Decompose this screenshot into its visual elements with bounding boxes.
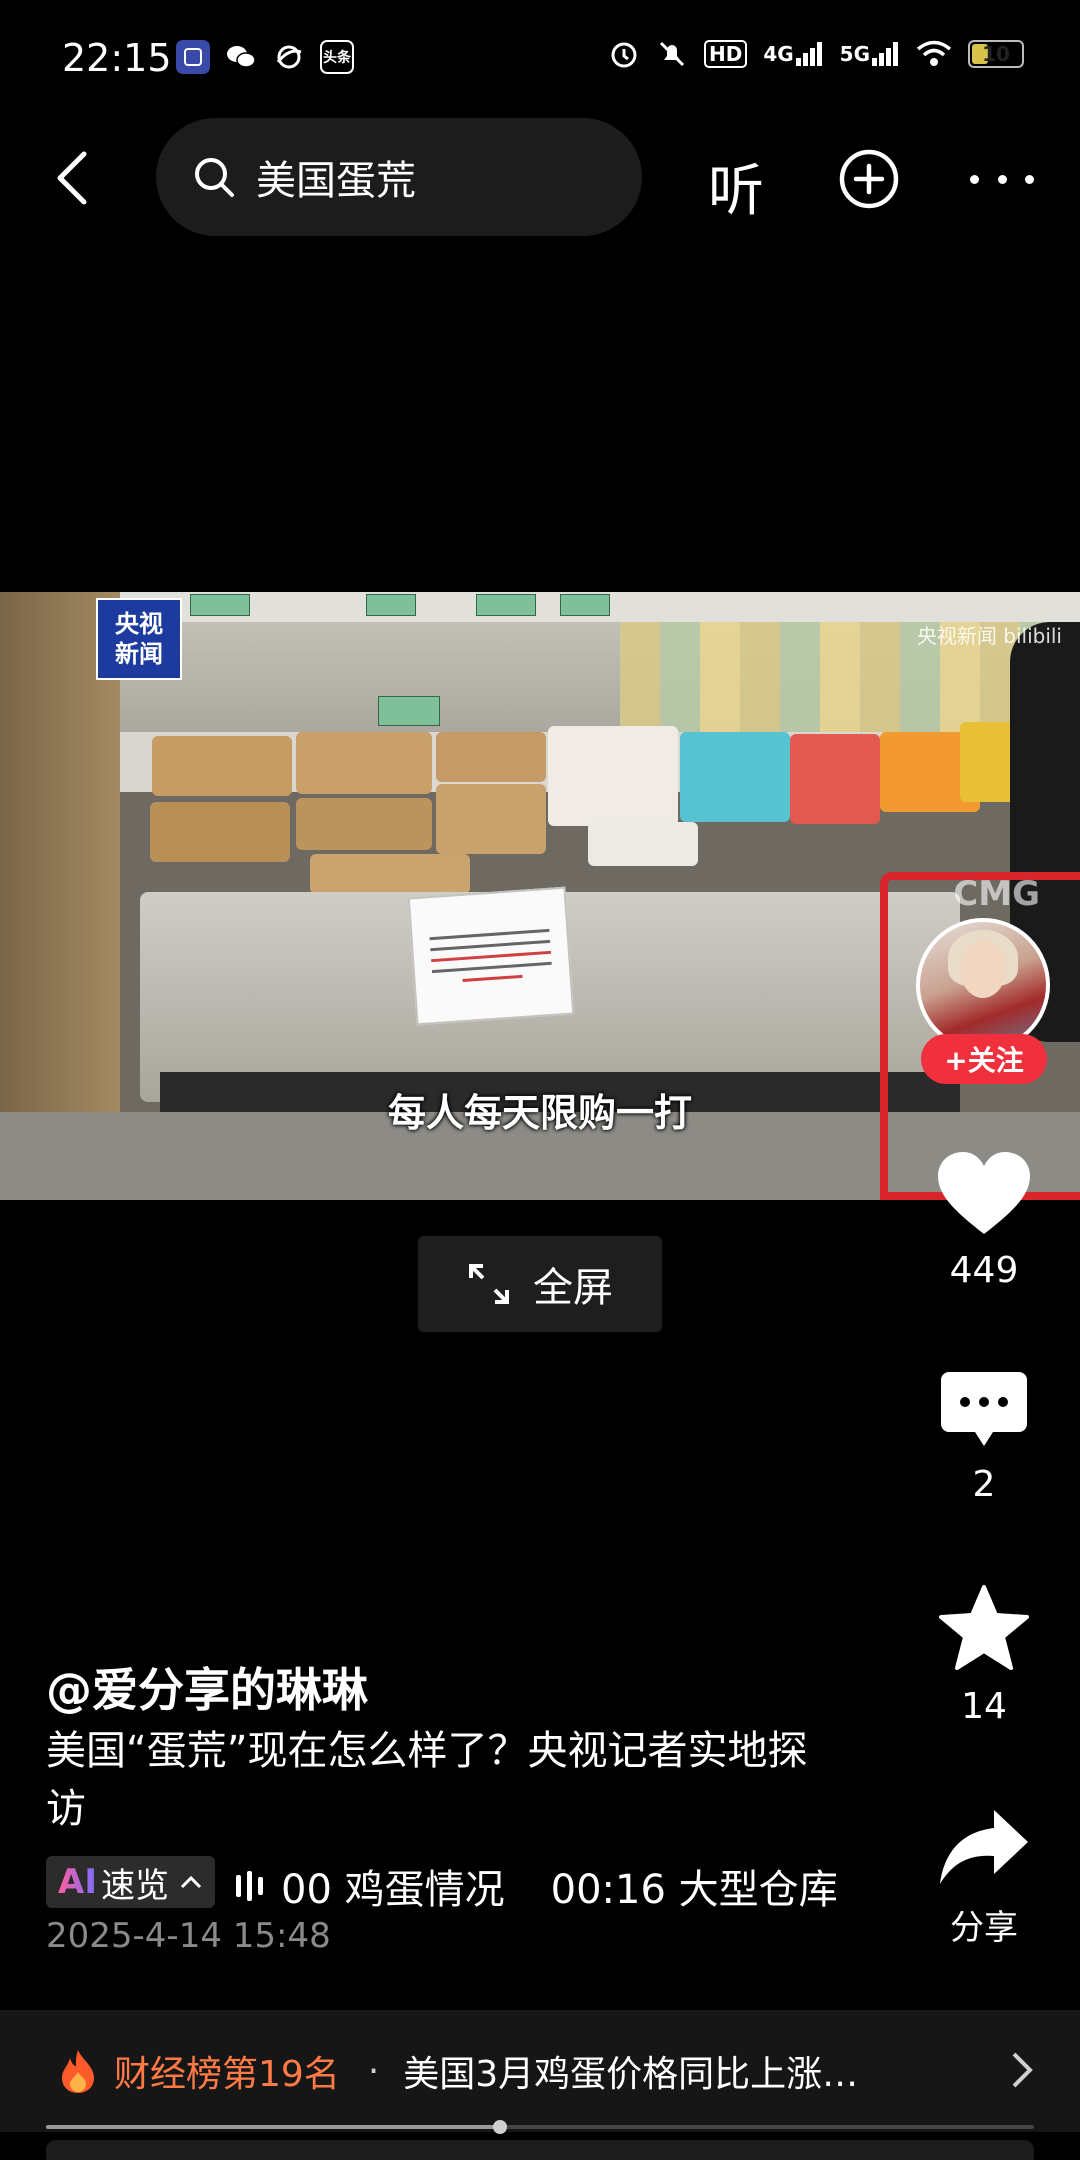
- back-button[interactable]: [40, 140, 104, 216]
- fullscreen-label: 全屏: [533, 1265, 613, 1311]
- more-icon-dot: [1025, 174, 1034, 184]
- plus-circle-icon: [839, 149, 899, 209]
- separator: ·: [367, 2050, 380, 2092]
- comment-button[interactable]: 2: [920, 1370, 1048, 1505]
- signal-5g-icon: 5G: [840, 42, 900, 66]
- top-nav: 美国蛋荒 听: [0, 118, 1080, 238]
- system-icons: HD 4G 5G 10: [608, 38, 1024, 70]
- comment-count: 2: [972, 1464, 996, 1505]
- ai-badge: AI: [58, 1862, 97, 1902]
- battery-icon: 10: [968, 40, 1024, 68]
- notification-icons: 头条: [176, 40, 354, 74]
- fullscreen-button[interactable]: 全屏: [418, 1236, 662, 1332]
- chevron-up-icon: [179, 1867, 203, 1897]
- progress-fill: [46, 2125, 501, 2129]
- author-name[interactable]: @爱分享的琳琳: [46, 1654, 368, 1720]
- like-button[interactable]: 449: [920, 1150, 1048, 1291]
- trending-bar[interactable]: 财经榜第19名 · 美国3月鸡蛋价格同比上涨…: [0, 2010, 1080, 2132]
- chapter-timeline[interactable]: 00 鸡蛋情况 00:16 大型仓库: [236, 1858, 836, 1914]
- clock: 22:15: [62, 36, 172, 80]
- mute-bell-icon: [659, 41, 685, 67]
- video-progress-bar[interactable]: [46, 2120, 1034, 2134]
- follow-button[interactable]: +关注: [921, 1034, 1047, 1084]
- video-subtitle: 每人每天限购一打: [387, 1091, 692, 1135]
- trending-headline: 美国3月鸡蛋价格同比上涨…: [403, 2054, 859, 2095]
- heart-icon: [938, 1152, 1030, 1234]
- favorite-button[interactable]: 14: [920, 1584, 1048, 1727]
- share-label: 分享: [950, 1908, 1018, 1948]
- star-icon: [939, 1585, 1029, 1670]
- browser-icon: [272, 40, 306, 74]
- search-icon: [195, 158, 234, 197]
- audio-wave-icon: [236, 1870, 263, 1902]
- favorite-count: 14: [961, 1686, 1007, 1727]
- cctv-news-logo: 央视 新闻: [96, 598, 182, 680]
- add-button[interactable]: [838, 148, 900, 210]
- chevron-right-icon: [1012, 2052, 1033, 2088]
- bottom-panel-edge: [46, 2140, 1034, 2160]
- listen-button[interactable]: 听: [708, 146, 764, 227]
- more-options-button[interactable]: [970, 148, 1034, 210]
- hupu-app-icon: [176, 40, 210, 74]
- wifi-icon: [916, 40, 952, 66]
- back-arrow-icon: [57, 151, 87, 205]
- chapter-item[interactable]: 00 鸡蛋情况: [281, 1858, 505, 1914]
- toutiao-icon: 头条: [320, 40, 354, 74]
- post-description: 美国“蛋荒”现在怎么样了？央视记者实地探访: [46, 1728, 808, 1832]
- author-avatar[interactable]: [916, 918, 1050, 1052]
- search-query: 美国蛋荒: [256, 158, 416, 204]
- more-icon-dot: [997, 174, 1007, 184]
- cmg-watermark: CMG: [953, 874, 1040, 914]
- status-bar: 22:15 头条 HD 4G 5G 10: [0, 0, 1080, 118]
- share-button[interactable]: 分享: [920, 1808, 1048, 1949]
- watermark: 央视新闻 bilibili: [916, 624, 1062, 648]
- signal-4g-icon: 4G: [763, 42, 823, 66]
- chapter-item[interactable]: 00:16 大型仓库: [551, 1858, 836, 1914]
- expand-icon: [469, 1264, 509, 1304]
- search-bar[interactable]: 美国蛋荒: [156, 118, 642, 236]
- store-notice-sign: [407, 886, 575, 1026]
- ai-summary-label: 速览: [100, 1865, 169, 1906]
- more-icon-dot: [970, 174, 979, 184]
- like-count: 449: [949, 1250, 1019, 1291]
- share-arrow-icon: [940, 1810, 1028, 1884]
- ai-summary-toggle[interactable]: AI 速览: [46, 1856, 215, 1908]
- video-player[interactable]: 央视 新闻 央视新闻 bilibili CMG 每人每天限购一打: [0, 592, 1080, 1200]
- wechat-icon: [224, 40, 258, 74]
- hd-voice-icon: HD: [703, 40, 748, 68]
- comment-icon: [941, 1372, 1027, 1446]
- publish-date: 2025-4-14 15:48: [46, 1916, 331, 1956]
- fire-icon: [62, 2050, 94, 2093]
- rank-label: 财经榜第19名: [114, 2054, 340, 2095]
- alarm-icon: [611, 42, 637, 68]
